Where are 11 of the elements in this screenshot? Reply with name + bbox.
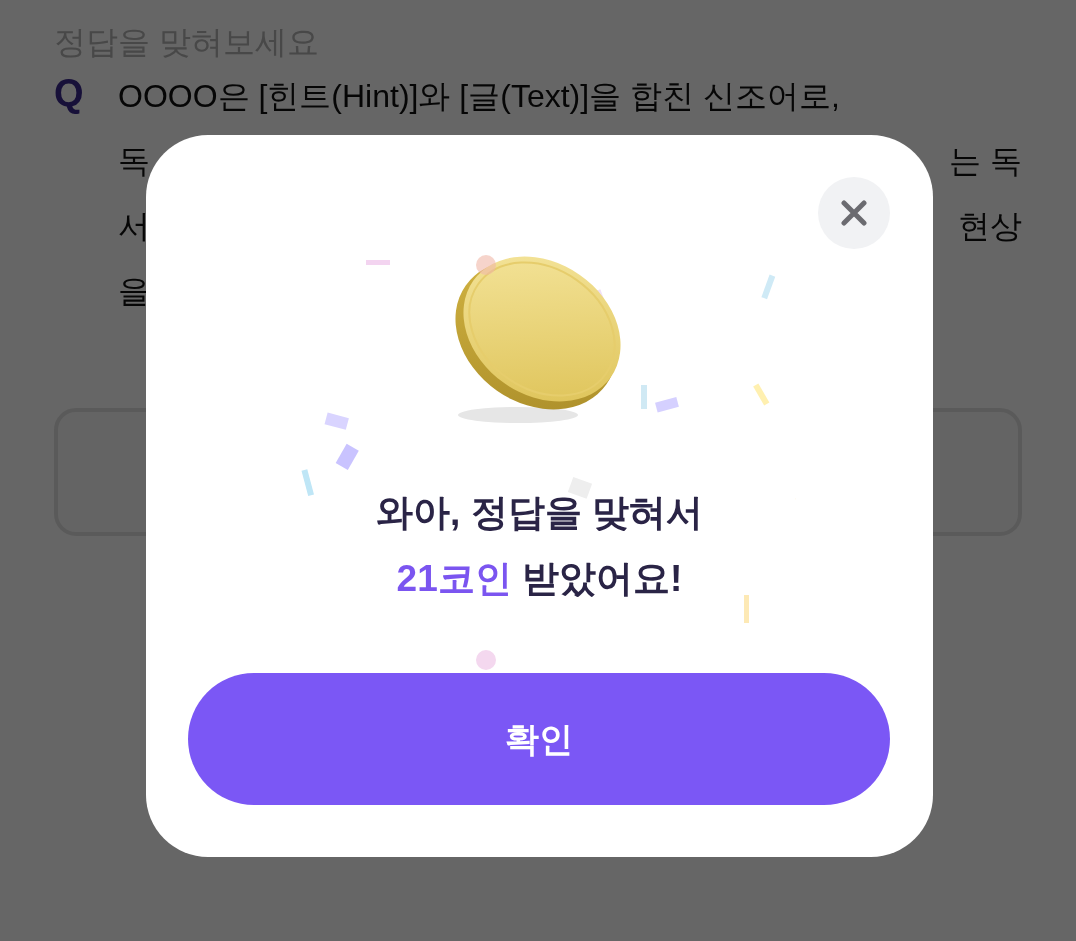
- question-text: 는 독: [949, 141, 1022, 181]
- question-text: 을: [118, 271, 150, 311]
- question-text: 서: [118, 206, 150, 246]
- question-text: 현상: [958, 206, 1022, 246]
- dialog-message: 와아, 정답을 맞혀서: [376, 491, 703, 535]
- question-marker: Q: [54, 70, 85, 116]
- reward-message: 21코인 받았어요!: [396, 557, 683, 601]
- question-text: OOOO은 [힌트(Hint)]와 [글(Text)]을 합친 신조어로,: [118, 76, 840, 116]
- question-text: 독: [118, 141, 150, 181]
- close-icon: [841, 200, 867, 226]
- confirm-button[interactable]: 확인: [188, 673, 890, 805]
